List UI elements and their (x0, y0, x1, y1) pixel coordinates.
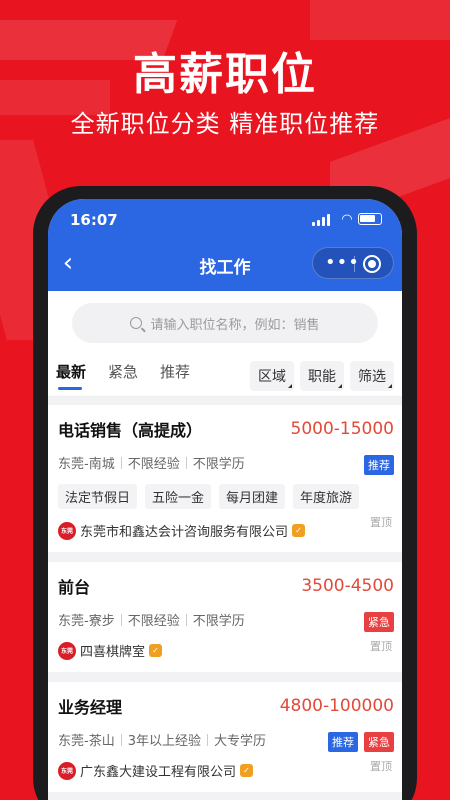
battery-icon (358, 213, 382, 225)
job-location: 东莞-茶山 (58, 734, 115, 749)
search-input[interactable]: 请输入职位名称，例如：销售 (72, 303, 378, 343)
job-card[interactable]: 电话销售（高提成） 5000-15000 东莞-南城 不限经验 不限学历 推荐 … (48, 405, 402, 552)
job-education: 不限学历 (192, 614, 245, 629)
job-company: 东莞 四喜棋牌室 ✓ (58, 641, 394, 660)
job-company: 东莞 广东鑫大建设工程有限公司 ✓ (58, 761, 394, 780)
status-bar: 16:07 ◠ (70, 211, 382, 229)
job-salary: 3500-4500 (301, 576, 394, 596)
badge-urgent: 紧急 (364, 612, 394, 632)
verified-icon: ✓ (292, 524, 306, 537)
job-badges: 推荐 紧急 (328, 732, 394, 752)
company-name: 东莞市和鑫达会计咨询服务有限公司 (80, 525, 289, 540)
job-tag: 法定节假日 (58, 484, 138, 509)
filter-function[interactable]: 职能 (300, 361, 344, 391)
filter-region[interactable]: 区域 (250, 361, 294, 391)
job-education: 不限学历 (192, 457, 245, 472)
miniapp-capsule: ••• (312, 247, 394, 279)
verified-icon: ✓ (240, 764, 254, 777)
job-experience: 不限经验 (127, 614, 180, 629)
wifi-icon: ◠ (342, 212, 352, 227)
company-logo: 东莞 (58, 761, 76, 780)
search-icon (130, 317, 143, 329)
job-tag: 年度旅游 (293, 484, 360, 509)
search-placeholder: 请输入职位名称，例如：销售 (150, 317, 320, 333)
tab-urgent[interactable]: 紧急 (108, 361, 138, 388)
tab-recommended[interactable]: 推荐 (160, 361, 190, 388)
company-name: 广东鑫大建设工程有限公司 (80, 765, 237, 780)
company-logo: 东莞 (58, 521, 76, 540)
company-logo: 东莞 (58, 641, 76, 660)
status-time: 16:07 (70, 211, 118, 229)
job-list: 电话销售（高提成） 5000-15000 东莞-南城 不限经验 不限学历 推荐 … (48, 397, 402, 792)
job-badges: 紧急 (364, 612, 394, 632)
company-name: 四喜棋牌室 (80, 645, 146, 660)
job-company: 东莞 东莞市和鑫达会计咨询服务有限公司 ✓ (58, 521, 394, 540)
pinned-label: 置顶 (370, 516, 392, 529)
pinned-label: 置顶 (370, 640, 392, 653)
capsule-divider (354, 256, 355, 272)
badge-recommend: 推荐 (364, 455, 394, 475)
badge-urgent: 紧急 (364, 732, 394, 752)
verified-icon: ✓ (149, 644, 163, 657)
job-salary: 5000-15000 (290, 419, 394, 439)
job-meta: 东莞-寮步 不限经验 不限学历 (58, 610, 394, 629)
phone-screen: 16:07 ◠ ‹ 找工作 ••• 请输入职位名称，例如：销售 最新 紧急 推荐 (48, 199, 402, 800)
job-card[interactable]: 前台 3500-4500 东莞-寮步 不限经验 不限学历 紧急 东莞 四喜棋牌室… (48, 562, 402, 672)
signal-icon (312, 214, 330, 226)
tab-bar: 最新 紧急 推荐 区域 职能 筛选 (48, 353, 402, 397)
job-location: 东莞-南城 (58, 457, 115, 472)
job-education: 大专学历 (213, 734, 266, 749)
promo-subheadline: 全新职位分类 精准职位推荐 (70, 110, 380, 138)
promo-headline: 高薪职位 (133, 49, 317, 100)
close-miniapp-icon[interactable] (363, 255, 381, 273)
job-badges: 推荐 (364, 455, 394, 475)
job-location: 东莞-寮步 (58, 614, 115, 629)
job-tag: 每月团建 (219, 484, 286, 509)
filter-more[interactable]: 筛选 (350, 361, 394, 391)
job-meta: 东莞-南城 不限经验 不限学历 (58, 453, 394, 472)
job-card[interactable]: 业务经理 4800-100000 东莞-茶山 3年以上经验 大专学历 推荐 紧急… (48, 682, 402, 792)
job-experience: 3年以上经验 (127, 734, 201, 749)
job-salary: 4800-100000 (279, 696, 394, 716)
filter-group: 区域 职能 筛选 (250, 361, 394, 391)
app-header: 16:07 ◠ ‹ 找工作 ••• (48, 199, 402, 291)
job-tags: 法定节假日 五险一金 每月团建 年度旅游 (58, 484, 394, 509)
pinned-label: 置顶 (370, 760, 392, 773)
tab-latest[interactable]: 最新 (56, 361, 86, 390)
job-experience: 不限经验 (127, 457, 180, 472)
nav-bar: ‹ 找工作 ••• (48, 247, 402, 281)
badge-recommend: 推荐 (328, 732, 358, 752)
job-tag: 五险一金 (145, 484, 212, 509)
